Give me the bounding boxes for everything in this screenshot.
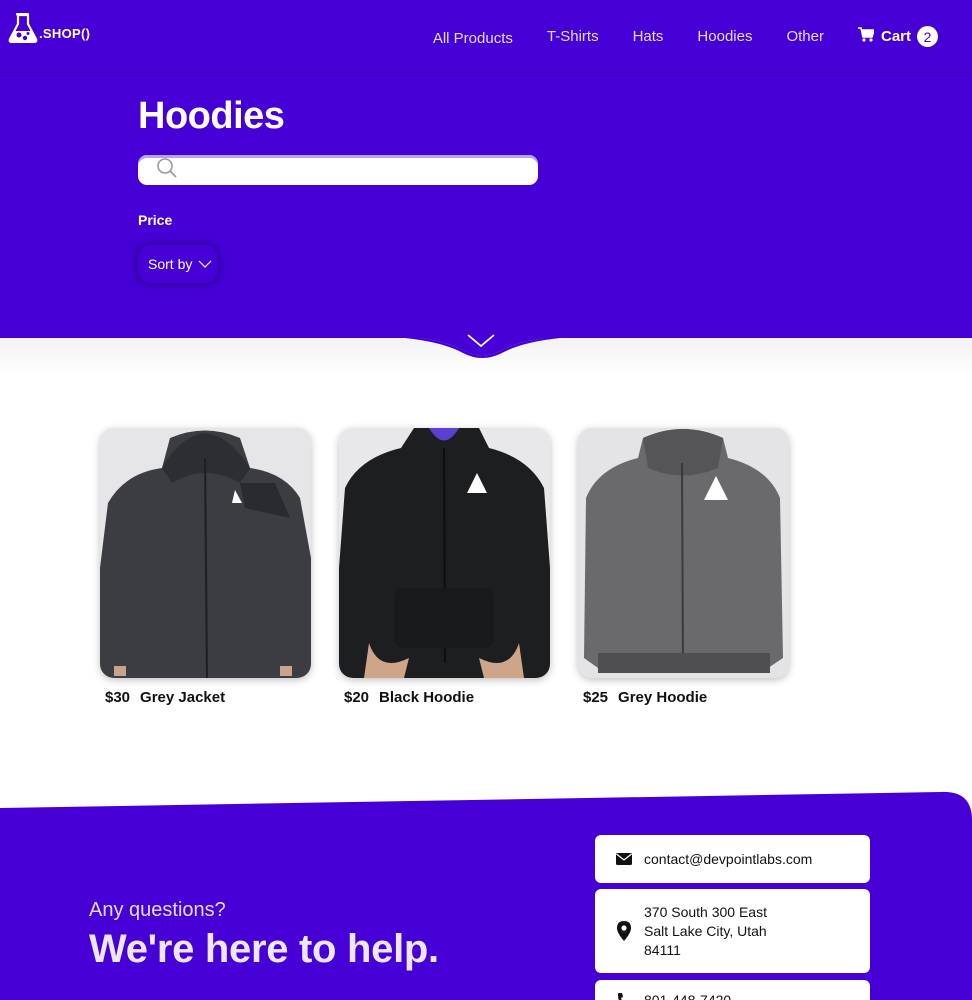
sort-by-dropdown[interactable]: Sort by	[138, 245, 218, 283]
email-icon	[612, 853, 636, 865]
product-price: $25	[583, 689, 609, 706]
page-title: Hoodies	[138, 95, 285, 137]
address-line-1: 370 South 300 East	[644, 903, 767, 920]
product-name: Grey Hoodie	[618, 689, 708, 706]
address-text: 370 South 300 East Salt Lake City, Utah …	[644, 903, 767, 960]
nav-link-hoodies[interactable]: Hoodies	[697, 28, 752, 45]
logo-text: .SHOP()	[39, 26, 91, 41]
price-filter-label: Price	[138, 212, 173, 228]
product-card[interactable]: $30 Grey Jacket	[100, 428, 311, 706]
shop-logo[interactable]: .SHOP()	[8, 12, 90, 43]
product-price: $20	[344, 689, 370, 706]
nav-link-hats[interactable]: Hats	[633, 28, 664, 45]
category-hero: Hoodies Price Sort by	[0, 73, 972, 338]
address-line-2: Salt Lake City, Utah	[644, 922, 767, 939]
product-image[interactable]	[578, 428, 789, 678]
nav-link-other[interactable]: Other	[786, 28, 824, 45]
product-price: $30	[105, 689, 131, 706]
nav-link-all-products[interactable]: All Products	[433, 30, 513, 47]
product-name: Grey Jacket	[140, 689, 226, 706]
flask-logo-icon	[8, 12, 38, 43]
product-name: Black Hoodie	[379, 689, 475, 706]
cart-label: Cart	[880, 28, 911, 45]
search-input[interactable]	[184, 158, 538, 182]
cart-icon	[857, 27, 881, 46]
footer-headline: We're here to help.	[89, 927, 439, 971]
location-pin-icon	[612, 921, 636, 941]
product-info: $20 Black Hoodie	[344, 689, 550, 706]
nav-link-t-shirts[interactable]: T-Shirts	[547, 28, 599, 45]
address-line-3: 84111	[644, 941, 681, 958]
nav-links: All Products T-Shirts Hats Hoodies Other…	[399, 0, 938, 73]
address-contact-card: 370 South 300 East Salt Lake City, Utah …	[595, 889, 870, 973]
phone-contact-card[interactable]: 801-448-7420	[595, 980, 870, 1000]
search-bar	[138, 155, 538, 185]
top-navbar: .SHOP() All Products T-Shirts Hats Hoodi…	[0, 0, 972, 73]
product-image[interactable]	[100, 428, 311, 678]
product-card[interactable]: $25 Grey Hoodie	[578, 428, 789, 706]
email-contact-card[interactable]: contact@devpointlabs.com	[595, 835, 870, 883]
search-icon	[156, 157, 178, 184]
cart-button[interactable]: Cart 2	[857, 26, 938, 47]
phone-icon	[612, 992, 636, 1000]
email-address[interactable]: contact@devpointlabs.com	[644, 851, 812, 867]
product-card[interactable]: $20 Black Hoodie	[339, 428, 550, 706]
cart-count-badge: 2	[917, 26, 938, 47]
sort-by-label: Sort by	[148, 256, 193, 272]
phone-number[interactable]: 801-448-7420	[644, 992, 731, 1000]
product-info: $25 Grey Hoodie	[583, 689, 789, 706]
scroll-down-chevron-icon[interactable]	[466, 333, 496, 354]
product-image[interactable]	[339, 428, 550, 678]
product-info: $30 Grey Jacket	[105, 689, 311, 706]
chevron-down-icon	[192, 256, 212, 272]
footer-question: Any questions?	[89, 899, 226, 921]
